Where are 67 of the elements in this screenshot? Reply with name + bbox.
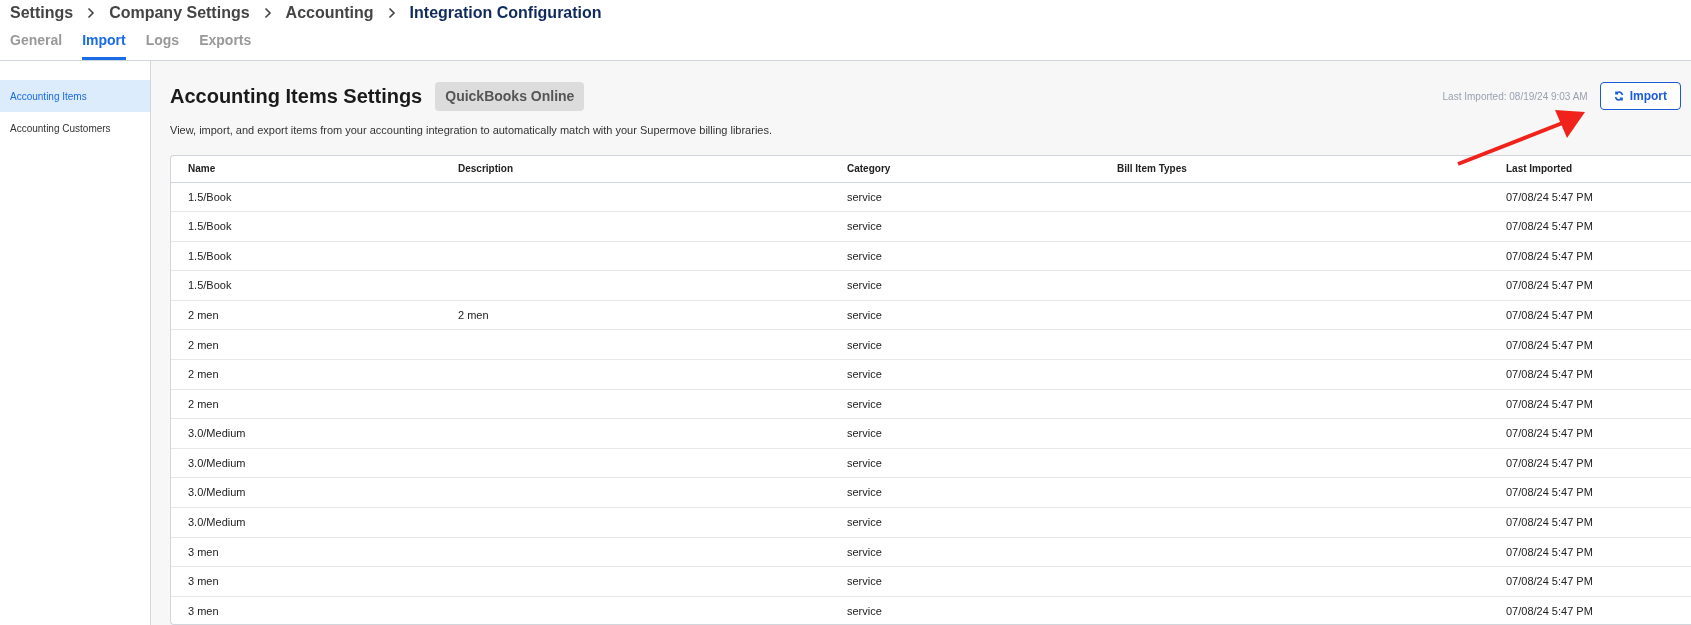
table-cell-text: service (847, 396, 883, 412)
breadcrumb-link[interactable]: Company Settings (109, 1, 250, 25)
table-cell-text: 1.5/Book (188, 248, 233, 264)
breadcrumb-current: Integration Configuration (409, 3, 602, 23)
integration-badge: QuickBooks Online (435, 81, 585, 111)
table-cell-text: 07/08/24 5:47 PM (1506, 248, 1594, 264)
column-header: Last Imported (1506, 162, 1574, 176)
page-description: View, import, and export items from your accounting integration to automatically match with your Supermove billing libraries. (170, 123, 774, 138)
table-cell-text: 3.0/Medium (188, 485, 247, 501)
table-cell-text: service (847, 219, 883, 235)
table-cell-text: 07/08/24 5:47 PM (1506, 574, 1594, 590)
table-cell-text: 07/08/24 5:47 PM (1506, 515, 1594, 531)
breadcrumb-link[interactable]: Accounting (285, 1, 374, 25)
table-cell-text: 07/08/24 5:47 PM (1506, 189, 1594, 205)
table-cell-text: service (847, 278, 883, 294)
table-cell-text: 2 men (188, 337, 220, 353)
chevron-right-icon (387, 7, 396, 19)
table-cell-text: 07/08/24 5:47 PM (1506, 219, 1594, 235)
table-cell-text: 07/08/24 5:47 PM (1506, 544, 1594, 560)
breadcrumb-link[interactable]: Settings (10, 1, 74, 25)
column-header: Description (458, 162, 514, 176)
table-cell-text: 3 men (188, 544, 220, 560)
table-cell-text: 07/08/24 5:47 PM (1506, 485, 1594, 501)
table-cell-text: 2 men (188, 396, 220, 412)
table-cell-text: 07/08/24 5:47 PM (1506, 278, 1594, 294)
chevron-right-icon (263, 7, 272, 19)
column-header: Name (188, 162, 217, 176)
table-cell-text: 07/08/24 5:47 PM (1506, 396, 1594, 412)
table-cell-text: 3.0/Medium (188, 515, 247, 531)
table-cell-text: service (847, 515, 883, 531)
table-cell-text: 07/08/24 5:47 PM (1506, 337, 1594, 353)
table-cell-text: 07/08/24 5:47 PM (1506, 603, 1594, 619)
table-cell-text: 1.5/Book (188, 189, 233, 205)
table-cell-text: service (847, 455, 883, 471)
tab[interactable]: Import (82, 30, 126, 60)
table-cell-text: service (847, 574, 883, 590)
sidebar-item[interactable]: Accounting Items (0, 80, 150, 112)
table-cell-text: service (847, 367, 883, 383)
table-cell-text: service (847, 426, 883, 442)
column-header: Category (847, 162, 892, 176)
table-cell-text: 1.5/Book (188, 219, 233, 235)
column-header: Bill Item Types (1117, 162, 1188, 176)
table-cell-text: service (847, 485, 883, 501)
refresh-icon (1613, 91, 1624, 101)
table-cell-text: 07/08/24 5:47 PM (1506, 426, 1594, 442)
table-cell-text: 3.0/Medium (188, 426, 247, 442)
table-cell-text: 07/08/24 5:47 PM (1506, 367, 1594, 383)
sidebar-item[interactable]: Accounting Customers (0, 112, 150, 144)
last-imported-text: Last Imported: 08/19/24 9:03 AM (1442, 89, 1588, 104)
table-cell-text: service (847, 248, 883, 264)
table-cell-text: 2 men (188, 367, 220, 383)
table-cell-text: 2 men (188, 307, 220, 323)
table-cell-text: 3 men (188, 603, 220, 619)
table-cell-text: service (847, 307, 883, 323)
table-cell-text: service (847, 603, 883, 619)
chevron-right-icon (87, 7, 96, 19)
table-cell-text: 07/08/24 5:47 PM (1506, 307, 1594, 323)
table-cell-text: service (847, 189, 883, 205)
table-cell-text: service (847, 337, 883, 353)
page-title: Accounting Items Settings (170, 84, 423, 109)
table-cell-text: service (847, 544, 883, 560)
table-cell-text: 3 men (188, 574, 220, 590)
table-cell-text: 2 men (458, 307, 490, 323)
table-cell-text: 3.0/Medium (188, 455, 247, 471)
import-button[interactable]: Import (1599, 82, 1681, 110)
table-cell-text: 1.5/Book (188, 278, 233, 294)
table-cell-text: 07/08/24 5:47 PM (1506, 455, 1594, 471)
